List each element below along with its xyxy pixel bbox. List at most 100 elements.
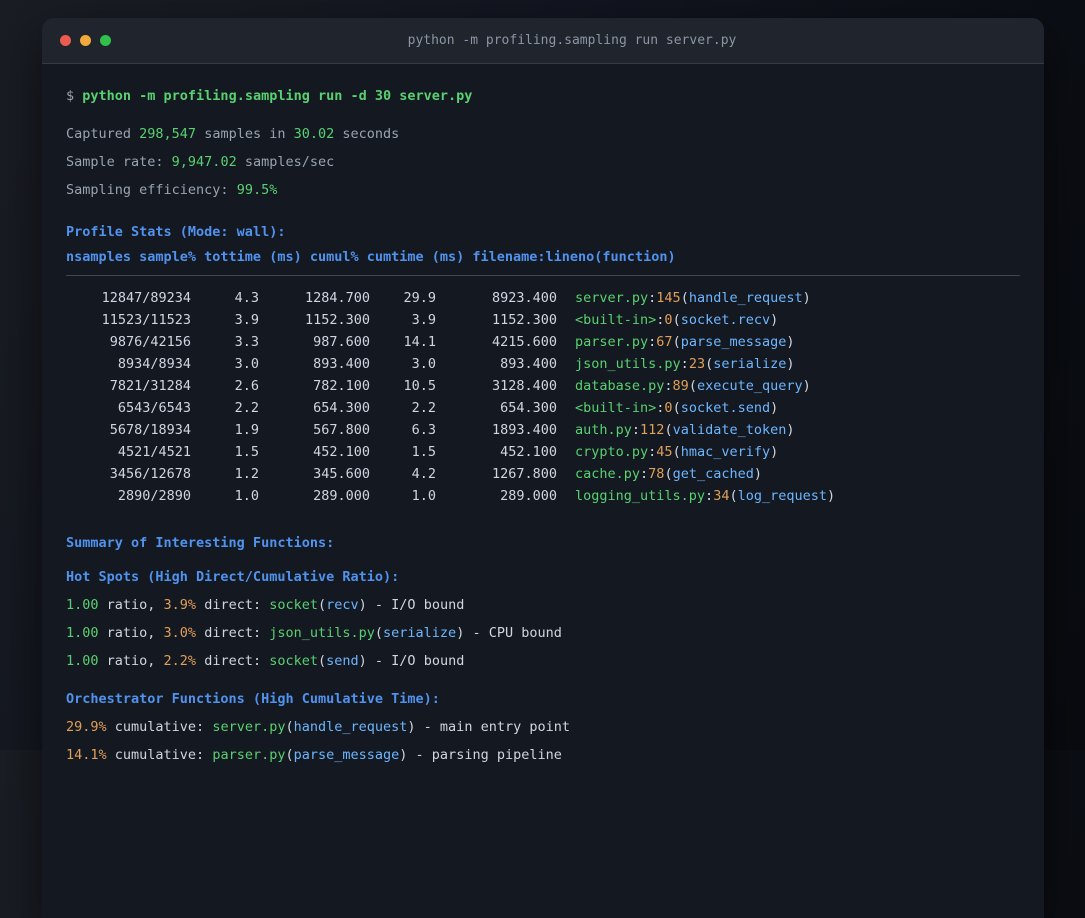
close-paren: ) xyxy=(802,378,811,394)
table-row: 12847/89234 4.3 1284.700 29.9 8923.400 server… xyxy=(66,287,1020,309)
bound-note: - CPU bound xyxy=(464,625,562,641)
table-row: 6543/6543 2.2 654.300 2.2 654.300 <built-in>:… xyxy=(66,397,1020,419)
function-name: handle_request xyxy=(293,719,408,735)
tottime-cell: 289.000 xyxy=(313,488,370,504)
open-paren: ( xyxy=(672,400,681,416)
hot-spots-heading: Hot Spots (High Direct/Cumulative Ratio)… xyxy=(66,569,400,585)
colon: : xyxy=(664,378,673,394)
open-paren: ( xyxy=(318,597,327,613)
lineno: 0 xyxy=(664,312,673,328)
function-name: parse_message xyxy=(293,747,400,763)
nsamples-cell: 7821/31284 xyxy=(109,378,191,394)
filename: crypto.py xyxy=(575,444,649,460)
hot-spot-line: 1.00 ratio, 3.9% direct: socket(recv) - … xyxy=(66,591,1020,619)
target-name: socket xyxy=(269,653,318,669)
command-text: python -m profiling.sampling run -d 30 s… xyxy=(82,88,473,104)
sample-rate-value: 9,947.02 xyxy=(171,154,237,170)
cumul-pct-cell: 1.5 xyxy=(411,444,436,460)
lineno: 45 xyxy=(656,444,673,460)
close-button[interactable] xyxy=(60,35,71,46)
sample-pct-cell: 3.9 xyxy=(234,312,259,328)
bound-note: - I/O bound xyxy=(366,653,465,669)
function-name: handle_request xyxy=(688,290,803,306)
terminal-window: python -m profiling.sampling run server.… xyxy=(42,18,1044,918)
lineno: 67 xyxy=(656,334,673,350)
profile-stats-heading: Profile Stats (Mode: wall): xyxy=(66,224,286,240)
efficiency-value: 99.5% xyxy=(236,182,278,198)
terminal-output[interactable]: $ python -m profiling.sampling run -d 30 … xyxy=(42,64,1044,769)
filename: server.py xyxy=(575,290,649,306)
function-name: serialize xyxy=(383,625,457,641)
efficiency-label: Sampling efficiency: xyxy=(66,182,237,198)
cumulative-pct: 14.1% xyxy=(66,747,107,763)
function-name: log_request xyxy=(737,488,827,504)
nsamples-cell: 8934/8934 xyxy=(117,356,191,372)
nsamples-cell: 11523/11523 xyxy=(101,312,191,328)
cumtime-cell: 1267.800 xyxy=(491,466,557,482)
tottime-cell: 567.800 xyxy=(313,422,370,438)
nsamples-cell: 9876/42156 xyxy=(109,334,191,350)
role-note: - main entry point xyxy=(415,719,570,735)
function-name: socket.send xyxy=(680,400,771,416)
tottime-cell: 1152.300 xyxy=(304,312,370,328)
table-row: 9876/42156 3.3 987.600 14.1 4215.600 parser.p… xyxy=(66,331,1020,353)
table-row: 4521/4521 1.5 452.100 1.5 452.100 crypto.py:4… xyxy=(66,441,1020,463)
lineno: 145 xyxy=(656,290,681,306)
ratio-label: ratio, xyxy=(98,597,164,613)
cumulative-pct: 29.9% xyxy=(66,719,107,735)
table-row: 5678/18934 1.9 567.800 6.3 1893.400 auth.py:1… xyxy=(66,419,1020,441)
location-cell: server.py:145(handle_request) xyxy=(575,290,811,306)
lineno: 23 xyxy=(688,356,706,372)
minimize-button[interactable] xyxy=(80,35,91,46)
sample-rate-label: Sample rate: xyxy=(66,154,172,170)
filename: parser.py xyxy=(575,334,649,350)
tottime-cell: 452.100 xyxy=(313,444,370,460)
function-name: serialize xyxy=(713,356,787,372)
close-paren: ) xyxy=(358,597,367,613)
open-paren: ( xyxy=(729,488,738,504)
colon: : xyxy=(631,422,641,438)
hot-spot-line: 1.00 ratio, 3.0% direct: json_utils.py(s… xyxy=(66,619,1020,647)
cumul-pct-cell: 14.1 xyxy=(403,334,436,350)
filename: logging_utils.py xyxy=(575,488,706,504)
window-titlebar[interactable]: python -m profiling.sampling run server.… xyxy=(42,18,1044,64)
colon: : xyxy=(705,488,714,504)
lineno: 0 xyxy=(664,400,673,416)
nsamples-cell: 4521/4521 xyxy=(117,444,191,460)
close-paren: ) xyxy=(753,466,762,482)
close-paren: ) xyxy=(770,312,779,328)
ratio-label: ratio, xyxy=(98,625,164,641)
cumul-pct-cell: 6.3 xyxy=(411,422,436,438)
open-paren: ( xyxy=(374,625,384,641)
filename: <built-in> xyxy=(575,400,657,416)
lineno: 78 xyxy=(648,466,665,482)
open-paren: ( xyxy=(285,747,294,763)
captured-label: Captured xyxy=(66,126,140,142)
table-row: 8934/8934 3.0 893.400 3.0 893.400 json_utils.… xyxy=(66,353,1020,375)
open-paren: ( xyxy=(664,466,673,482)
location-cell: json_utils.py:23(serialize) xyxy=(575,356,795,372)
samples-count: 298,547 xyxy=(139,126,197,142)
sample-pct-cell: 1.5 xyxy=(234,444,259,460)
location-cell: <built-in>:0(socket.send) xyxy=(575,400,778,416)
ratio-value: 1.00 xyxy=(66,597,99,613)
maximize-button[interactable] xyxy=(100,35,111,46)
table-column-headers: nsamples sample% tottime (ms) cumul% cum… xyxy=(66,249,676,265)
close-paren: ) xyxy=(786,422,795,438)
ratio-value: 1.00 xyxy=(66,653,99,669)
colon: : xyxy=(640,466,649,482)
sample-pct-cell: 3.3 xyxy=(234,334,259,350)
target-name: json_utils.py xyxy=(269,625,375,641)
cumul-pct-cell: 4.2 xyxy=(411,466,436,482)
profile-table: 12847/89234 4.3 1284.700 29.9 8923.400 server… xyxy=(66,287,1020,507)
cumtime-cell: 893.400 xyxy=(500,356,557,372)
filename: json_utils.py xyxy=(575,356,681,372)
function-name: parse_message xyxy=(680,334,787,350)
cumtime-cell: 3128.400 xyxy=(491,378,557,394)
cumulative-label: cumulative: xyxy=(106,747,213,763)
direct-label: direct: xyxy=(196,625,270,641)
function-name: hmac_verify xyxy=(680,444,771,460)
close-paren: ) xyxy=(786,334,795,350)
command-line: $ python -m profiling.sampling run -d 30 … xyxy=(66,82,1020,110)
orchestrator-line: 14.1% cumulative: parser.py(parse_messag… xyxy=(66,741,1020,769)
